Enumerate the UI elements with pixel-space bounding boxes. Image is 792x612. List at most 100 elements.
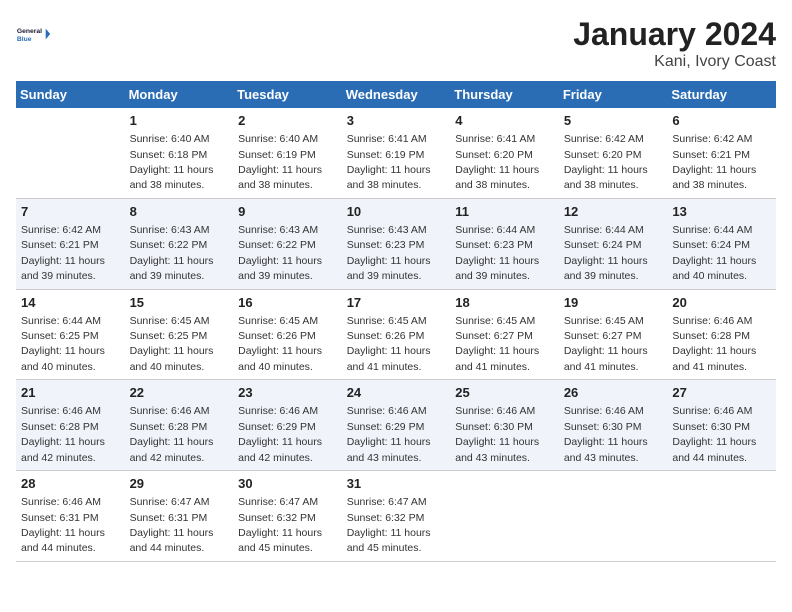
calendar-cell: 28 Sunrise: 6:46 AMSunset: 6:31 PMDayligh…	[16, 471, 125, 562]
day-number: 12	[564, 203, 663, 221]
calendar-cell: 12 Sunrise: 6:44 AMSunset: 6:24 PMDayligh…	[559, 198, 668, 289]
weekday-header: Thursday	[450, 81, 559, 108]
cell-info: Sunrise: 6:47 AMSunset: 6:31 PMDaylight:…	[130, 496, 214, 554]
day-number: 1	[130, 112, 229, 130]
calendar-cell	[450, 471, 559, 562]
cell-info: Sunrise: 6:45 AMSunset: 6:26 PMDaylight:…	[238, 315, 322, 373]
day-number: 31	[347, 475, 446, 493]
day-number: 2	[238, 112, 337, 130]
cell-info: Sunrise: 6:42 AMSunset: 6:20 PMDaylight:…	[564, 133, 648, 191]
calendar-cell	[16, 108, 125, 198]
weekday-header: Sunday	[16, 81, 125, 108]
day-number: 30	[238, 475, 337, 493]
day-number: 28	[21, 475, 120, 493]
day-number: 4	[455, 112, 554, 130]
calendar-cell: 15 Sunrise: 6:45 AMSunset: 6:25 PMDayligh…	[125, 289, 234, 380]
cell-info: Sunrise: 6:46 AMSunset: 6:29 PMDaylight:…	[238, 405, 322, 463]
day-number: 24	[347, 384, 446, 402]
logo-icon: GeneralBlue	[16, 16, 52, 52]
day-number: 8	[130, 203, 229, 221]
cell-info: Sunrise: 6:44 AMSunset: 6:23 PMDaylight:…	[455, 224, 539, 282]
calendar-cell: 1 Sunrise: 6:40 AMSunset: 6:18 PMDaylight…	[125, 108, 234, 198]
cell-info: Sunrise: 6:45 AMSunset: 6:26 PMDaylight:…	[347, 315, 431, 373]
calendar-cell: 23 Sunrise: 6:46 AMSunset: 6:29 PMDayligh…	[233, 380, 342, 471]
day-number: 20	[672, 294, 771, 312]
cell-info: Sunrise: 6:40 AMSunset: 6:18 PMDaylight:…	[130, 133, 214, 191]
calendar-cell: 18 Sunrise: 6:45 AMSunset: 6:27 PMDayligh…	[450, 289, 559, 380]
logo: GeneralBlue	[16, 16, 52, 52]
day-number: 21	[21, 384, 120, 402]
day-number: 18	[455, 294, 554, 312]
day-number: 9	[238, 203, 337, 221]
calendar-cell: 19 Sunrise: 6:45 AMSunset: 6:27 PMDayligh…	[559, 289, 668, 380]
calendar-cell: 13 Sunrise: 6:44 AMSunset: 6:24 PMDayligh…	[667, 198, 776, 289]
weekday-header-row: SundayMondayTuesdayWednesdayThursdayFrid…	[16, 81, 776, 108]
day-number: 6	[672, 112, 771, 130]
calendar-cell: 25Sunrise: 6:46 AMSunset: 6:30 PMDayligh…	[450, 380, 559, 471]
weekday-header: Tuesday	[233, 81, 342, 108]
day-number: 25	[455, 384, 554, 402]
cell-info: Sunrise: 6:44 AMSunset: 6:24 PMDaylight:…	[564, 224, 648, 282]
cell-info: Sunrise: 6:42 AMSunset: 6:21 PMDaylight:…	[672, 133, 756, 191]
calendar-cell: 17 Sunrise: 6:45 AMSunset: 6:26 PMDayligh…	[342, 289, 451, 380]
calendar-cell: 8 Sunrise: 6:43 AMSunset: 6:22 PMDaylight…	[125, 198, 234, 289]
page-header: GeneralBlue January 2024 Kani, Ivory Coa…	[16, 16, 776, 71]
cell-info: Sunrise: 6:46 AMSunset: 6:30 PMDaylight:…	[564, 405, 648, 463]
calendar-cell: 4Sunrise: 6:41 AMSunset: 6:20 PMDaylight…	[450, 108, 559, 198]
cell-info: Sunrise: 6:47 AMSunset: 6:32 PMDaylight:…	[347, 496, 431, 554]
calendar-cell: 2Sunrise: 6:40 AMSunset: 6:19 PMDaylight…	[233, 108, 342, 198]
calendar-cell: 9 Sunrise: 6:43 AMSunset: 6:22 PMDaylight…	[233, 198, 342, 289]
calendar-week-row: 21 Sunrise: 6:46 AMSunset: 6:28 PMDayligh…	[16, 380, 776, 471]
calendar-cell: 27Sunrise: 6:46 AMSunset: 6:30 PMDayligh…	[667, 380, 776, 471]
title-block: January 2024 Kani, Ivory Coast	[573, 16, 776, 71]
weekday-header: Wednesday	[342, 81, 451, 108]
day-number: 14	[21, 294, 120, 312]
calendar-cell: 3Sunrise: 6:41 AMSunset: 6:19 PMDaylight…	[342, 108, 451, 198]
day-number: 7	[21, 203, 120, 221]
calendar-cell: 16 Sunrise: 6:45 AMSunset: 6:26 PMDayligh…	[233, 289, 342, 380]
calendar-cell: 26 Sunrise: 6:46 AMSunset: 6:30 PMDayligh…	[559, 380, 668, 471]
cell-info: Sunrise: 6:41 AMSunset: 6:19 PMDaylight:…	[347, 133, 431, 191]
day-number: 17	[347, 294, 446, 312]
cell-info: Sunrise: 6:44 AMSunset: 6:24 PMDaylight:…	[672, 224, 756, 282]
cell-info: Sunrise: 6:45 AMSunset: 6:27 PMDaylight:…	[455, 315, 539, 373]
day-number: 16	[238, 294, 337, 312]
cell-info: Sunrise: 6:43 AMSunset: 6:22 PMDaylight:…	[130, 224, 214, 282]
calendar-week-row: 14Sunrise: 6:44 AMSunset: 6:25 PMDayligh…	[16, 289, 776, 380]
day-number: 19	[564, 294, 663, 312]
cell-info: Sunrise: 6:46 AMSunset: 6:28 PMDaylight:…	[21, 405, 105, 463]
svg-text:Blue: Blue	[17, 36, 32, 43]
calendar-cell	[667, 471, 776, 562]
cell-info: Sunrise: 6:46 AMSunset: 6:29 PMDaylight:…	[347, 405, 431, 463]
calendar-week-row: 1 Sunrise: 6:40 AMSunset: 6:18 PMDaylight…	[16, 108, 776, 198]
calendar-week-row: 28 Sunrise: 6:46 AMSunset: 6:31 PMDayligh…	[16, 471, 776, 562]
calendar-cell: 11Sunrise: 6:44 AMSunset: 6:23 PMDayligh…	[450, 198, 559, 289]
calendar-cell: 14Sunrise: 6:44 AMSunset: 6:25 PMDayligh…	[16, 289, 125, 380]
cell-info: Sunrise: 6:47 AMSunset: 6:32 PMDaylight:…	[238, 496, 322, 554]
cell-info: Sunrise: 6:42 AMSunset: 6:21 PMDaylight:…	[21, 224, 105, 282]
cell-info: Sunrise: 6:43 AMSunset: 6:23 PMDaylight:…	[347, 224, 431, 282]
calendar-cell: 22 Sunrise: 6:46 AMSunset: 6:28 PMDayligh…	[125, 380, 234, 471]
day-number: 22	[130, 384, 229, 402]
calendar-cell: 6 Sunrise: 6:42 AMSunset: 6:21 PMDaylight…	[667, 108, 776, 198]
weekday-header: Monday	[125, 81, 234, 108]
cell-info: Sunrise: 6:46 AMSunset: 6:31 PMDaylight:…	[21, 496, 105, 554]
day-number: 13	[672, 203, 771, 221]
cell-info: Sunrise: 6:43 AMSunset: 6:22 PMDaylight:…	[238, 224, 322, 282]
day-number: 26	[564, 384, 663, 402]
calendar-cell: 21 Sunrise: 6:46 AMSunset: 6:28 PMDayligh…	[16, 380, 125, 471]
weekday-header: Friday	[559, 81, 668, 108]
calendar-table: SundayMondayTuesdayWednesdayThursdayFrid…	[16, 81, 776, 562]
calendar-cell: 31 Sunrise: 6:47 AMSunset: 6:32 PMDayligh…	[342, 471, 451, 562]
svg-text:General: General	[17, 28, 42, 35]
day-number: 15	[130, 294, 229, 312]
cell-info: Sunrise: 6:46 AMSunset: 6:28 PMDaylight:…	[130, 405, 214, 463]
day-number: 23	[238, 384, 337, 402]
calendar-cell	[559, 471, 668, 562]
calendar-cell: 20 Sunrise: 6:46 AMSunset: 6:28 PMDayligh…	[667, 289, 776, 380]
page-subtitle: Kani, Ivory Coast	[573, 53, 776, 71]
cell-info: Sunrise: 6:45 AMSunset: 6:25 PMDaylight:…	[130, 315, 214, 373]
cell-info: Sunrise: 6:45 AMSunset: 6:27 PMDaylight:…	[564, 315, 648, 373]
cell-info: Sunrise: 6:46 AMSunset: 6:28 PMDaylight:…	[672, 315, 756, 373]
day-number: 5	[564, 112, 663, 130]
